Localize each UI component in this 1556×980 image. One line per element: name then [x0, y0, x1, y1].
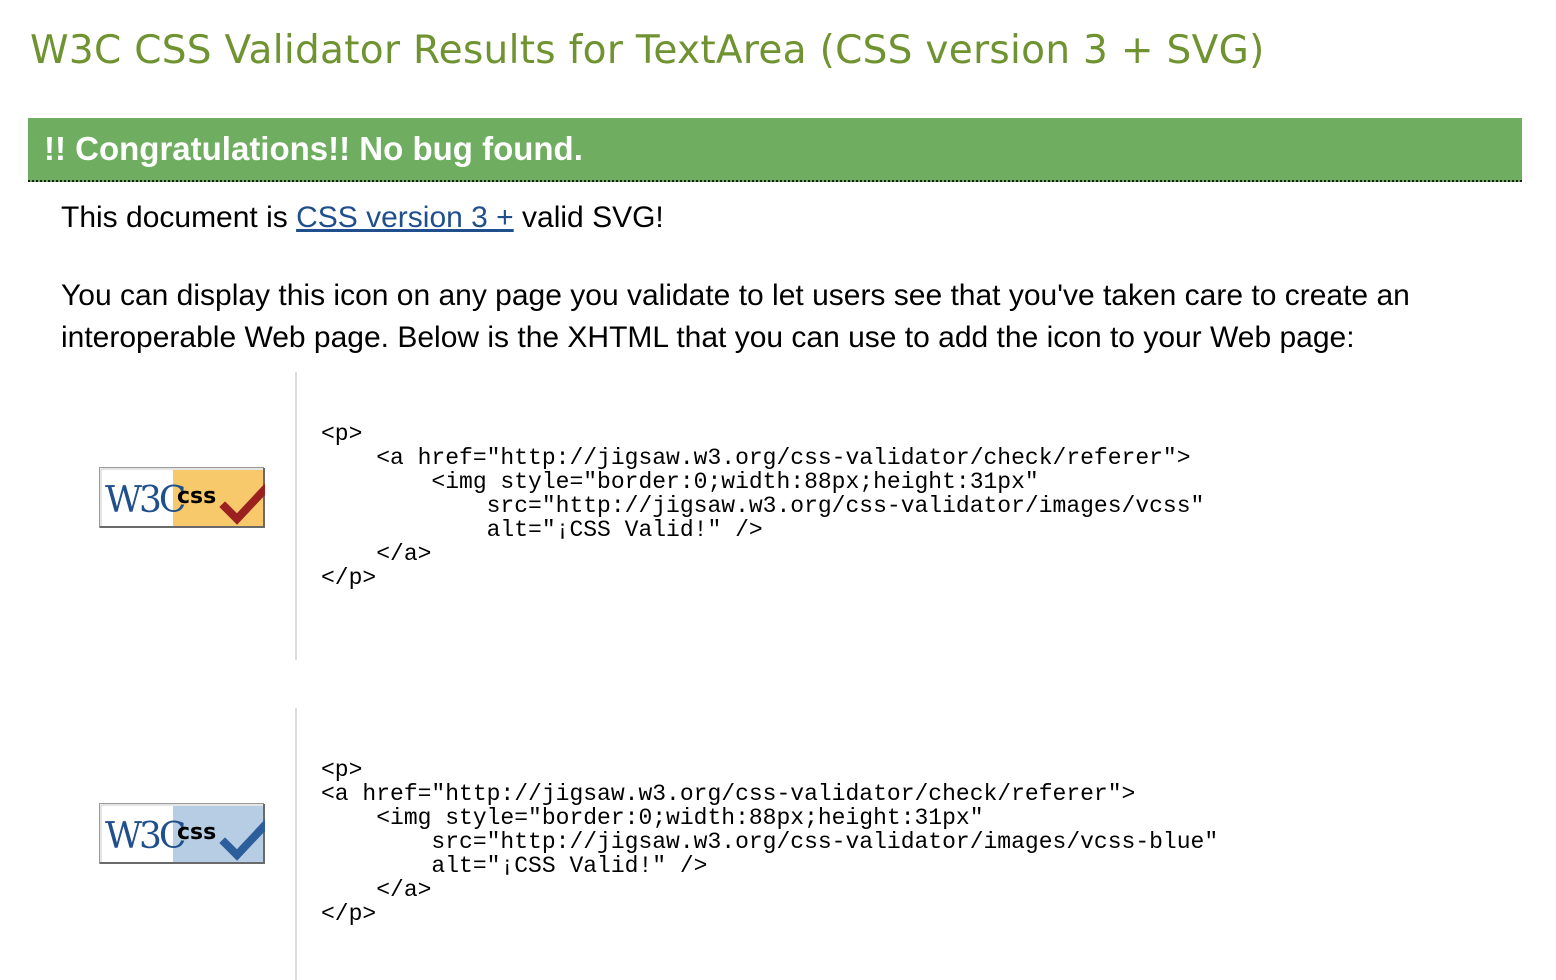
w3c-logo-text: W3C: [105, 480, 185, 521]
css-label-text: css: [177, 820, 216, 845]
icon-info-paragraph: You can display this icon on any page yo…: [61, 279, 1410, 354]
badge-code-snippet-gold: <p> <a href="http://jigsaw.w3.org/css-va…: [321, 421, 1205, 591]
badge-code-snippet-blue: <p> <a href="http://jigsaw.w3.org/css-va…: [321, 757, 1219, 927]
valid-css-badge-gold[interactable]: W3C css: [99, 467, 265, 529]
vertical-divider: [295, 372, 297, 660]
congrats-banner: !! Congratulations!! No bug found.: [28, 118, 1522, 182]
w3c-css-gold-icon: W3C css: [99, 467, 265, 528]
validity-prefix: This document is: [61, 201, 297, 234]
page-title: W3C CSS Validator Results for TextArea (…: [30, 28, 1265, 73]
w3c-css-blue-icon: W3C css: [99, 803, 265, 864]
badge-block-blue: W3C css <p> <a href="http://jigsaw.w3.or…: [61, 708, 1531, 980]
css-label-text: css: [177, 484, 216, 509]
badge-block-gold: W3C css <p> <a href="http://jigsaw.w3.or…: [61, 372, 1531, 660]
congrats-message: !! Congratulations!! No bug found.: [44, 130, 583, 167]
validity-suffix: valid SVG!: [513, 201, 664, 234]
validity-statement: This document is CSS version 3 + valid S…: [61, 201, 664, 235]
vertical-divider: [295, 708, 297, 980]
w3c-logo-text: W3C: [105, 816, 185, 857]
css-version-link[interactable]: CSS version 3 +: [296, 201, 514, 234]
valid-css-badge-blue[interactable]: W3C css: [99, 803, 265, 865]
